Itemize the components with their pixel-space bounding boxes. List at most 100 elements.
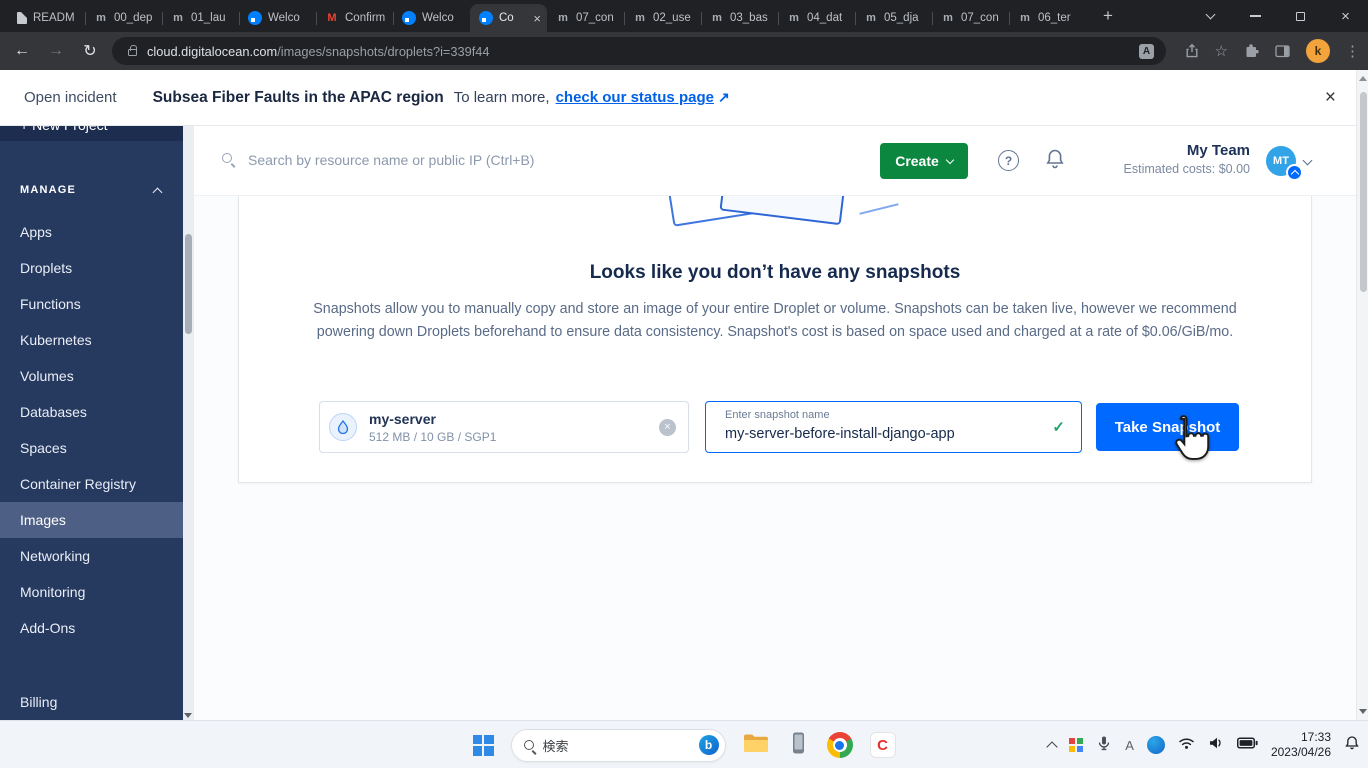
- snapshot-name-input[interactable]: Enter snapshot name my-server-before-ins…: [705, 401, 1082, 453]
- sidebar-item-networking[interactable]: Networking: [0, 538, 183, 574]
- chrome-icon[interactable]: [826, 732, 853, 758]
- browser-tab[interactable]: m 00_dep: [85, 4, 162, 32]
- browser-tab[interactable]: m 07_con: [547, 4, 624, 32]
- phone-link-icon[interactable]: [786, 731, 810, 760]
- microphone-icon[interactable]: [1096, 735, 1112, 756]
- browser-tab[interactable]: m 02_use: [624, 4, 701, 32]
- sidebar-item-apps[interactable]: Apps: [0, 214, 183, 250]
- new-tab-button[interactable]: +: [1095, 3, 1121, 29]
- browser-tab[interactable]: Welco: [239, 4, 316, 32]
- estimated-costs: Estimated costs: $0.00: [1123, 162, 1250, 176]
- browser-tab[interactable]: m 04_dat: [778, 4, 855, 32]
- forward-button[interactable]: →: [42, 32, 70, 70]
- account-chevron-down-icon[interactable]: [1302, 155, 1313, 166]
- translate-icon[interactable]: A: [1139, 43, 1154, 59]
- sidebar-item-functions[interactable]: Functions: [0, 286, 183, 322]
- team-info[interactable]: My Team Estimated costs: $0.00: [1100, 142, 1250, 176]
- page-scrollbar-up-arrow[interactable]: [1359, 76, 1367, 81]
- clock-date: 2023/04/26: [1270, 745, 1331, 759]
- taskbar-clock[interactable]: 17:33 2023/04/26: [1271, 730, 1331, 760]
- taskbar-search-text: 検索: [542, 738, 569, 754]
- browser-tab[interactable]: m 07_con: [932, 4, 1009, 32]
- browser-tab[interactable]: m 06_ter: [1009, 4, 1086, 32]
- notification-bell-icon[interactable]: [1344, 735, 1360, 756]
- sidebar-item-monitoring[interactable]: Monitoring: [0, 574, 183, 610]
- tray-overflow-chevron-icon[interactable]: [1046, 741, 1058, 753]
- browser-tab[interactable]: M Confirm: [316, 4, 393, 32]
- clear-selection-icon[interactable]: ×: [659, 419, 676, 436]
- page-scrollbar[interactable]: [1356, 70, 1368, 720]
- create-button[interactable]: Create: [880, 143, 968, 179]
- tab-search-chevron-icon[interactable]: [1188, 0, 1233, 32]
- sidebar-item-volumes[interactable]: Volumes: [0, 358, 183, 394]
- sidebar-item-databases[interactable]: Databases: [0, 394, 183, 430]
- wifi-icon[interactable]: [1178, 736, 1195, 755]
- browser-tab[interactable]: m 03_bas: [701, 4, 778, 32]
- bookmark-star-icon[interactable]: ☆: [1215, 42, 1228, 60]
- side-panel-icon[interactable]: [1274, 43, 1291, 59]
- sidebar-item-add-ons[interactable]: Add-Ons: [0, 610, 183, 646]
- tab-title: 02_use: [653, 12, 691, 24]
- window-minimize-button[interactable]: [1233, 0, 1278, 32]
- sidebar-items: Apps Droplets Functions Kubernetes Volum…: [0, 214, 183, 646]
- windows-start-icon[interactable]: [472, 734, 494, 756]
- window-close-button[interactable]: ×: [1323, 0, 1368, 32]
- manage-collapse-chevron-icon[interactable]: [152, 187, 163, 198]
- avatar-badge-icon: [1286, 164, 1303, 181]
- browser-tab-active[interactable]: Co ×: [470, 4, 547, 32]
- tray-app-icon[interactable]: [1069, 738, 1084, 752]
- document-favicon: [17, 12, 27, 24]
- incident-title: Subsea Fiber Faults in the APAC region: [152, 88, 444, 106]
- taskbar-search-box[interactable]: 検索 b: [510, 728, 726, 762]
- secure-lock-icon[interactable]: [128, 45, 137, 56]
- sidebar-item-container-registry[interactable]: Container Registry: [0, 466, 183, 502]
- sidebar-scrollbar-thumb[interactable]: [185, 234, 192, 334]
- sidebar-item-new-project[interactable]: + New Project: [0, 126, 183, 141]
- tray-blue-app-icon[interactable]: [1146, 736, 1165, 754]
- droplet-selector[interactable]: my-server 512 MB / 10 GB / SGP1 ×: [319, 401, 689, 453]
- browser-tab[interactable]: m 01_lau: [162, 4, 239, 32]
- browser-profile-avatar[interactable]: k: [1306, 39, 1330, 63]
- back-button[interactable]: ←: [8, 32, 36, 70]
- status-page-link[interactable]: check our status page: [556, 89, 714, 106]
- incident-banner: Open incident Subsea Fiber Faults in the…: [0, 70, 1368, 126]
- droplet-icon: [329, 413, 357, 441]
- tab-close-icon[interactable]: ×: [533, 12, 541, 25]
- sidebar-item-kubernetes[interactable]: Kubernetes: [0, 322, 183, 358]
- sidebar-item-billing[interactable]: Billing: [0, 684, 183, 720]
- window-maximize-button[interactable]: [1278, 0, 1323, 32]
- browser-tab[interactable]: READM: [8, 4, 85, 32]
- m-favicon: m: [866, 12, 876, 24]
- notifications-bell-icon[interactable]: [1045, 148, 1065, 175]
- banner-close-icon[interactable]: ×: [1325, 87, 1336, 109]
- reload-button[interactable]: ↻: [76, 32, 104, 70]
- digitalocean-favicon: [248, 11, 262, 25]
- battery-icon[interactable]: [1236, 736, 1258, 754]
- bing-icon[interactable]: b: [698, 735, 719, 755]
- sidebar-scrollbar[interactable]: [183, 126, 194, 720]
- search-icon: [222, 153, 232, 163]
- tab-title: Welco: [268, 12, 300, 24]
- browser-tab[interactable]: Welco: [393, 4, 470, 32]
- file-explorer-icon[interactable]: [743, 732, 769, 759]
- sidebar-scrollbar-down-arrow[interactable]: [184, 713, 192, 718]
- address-bar[interactable]: cloud.digitalocean.com /images/snapshots…: [112, 37, 1166, 65]
- sidebar-item-images[interactable]: Images: [0, 502, 183, 538]
- ime-indicator[interactable]: A: [1125, 738, 1134, 753]
- recorder-app-icon[interactable]: C: [869, 732, 896, 758]
- sidebar: + New Project MANAGE Apps Droplets Funct…: [0, 126, 183, 720]
- browser-menu-kebab-icon[interactable]: ⋮: [1345, 42, 1360, 60]
- speaker-icon[interactable]: [1208, 736, 1224, 755]
- browser-tab[interactable]: m 05_dja: [855, 4, 932, 32]
- tab-title: 04_dat: [807, 12, 843, 24]
- page-scrollbar-thumb[interactable]: [1359, 92, 1367, 292]
- toolbar-actions: ☆ k ⋮: [1184, 32, 1360, 70]
- sidebar-item-droplets[interactable]: Droplets: [0, 250, 183, 286]
- sidebar-item-spaces[interactable]: Spaces: [0, 430, 183, 466]
- resource-search-input[interactable]: [246, 148, 806, 172]
- tab-title: Welco: [422, 12, 454, 24]
- help-button[interactable]: ?: [998, 150, 1019, 171]
- extensions-puzzle-icon[interactable]: [1243, 43, 1259, 59]
- share-icon[interactable]: [1184, 43, 1200, 59]
- page-scrollbar-down-arrow[interactable]: [1359, 709, 1367, 714]
